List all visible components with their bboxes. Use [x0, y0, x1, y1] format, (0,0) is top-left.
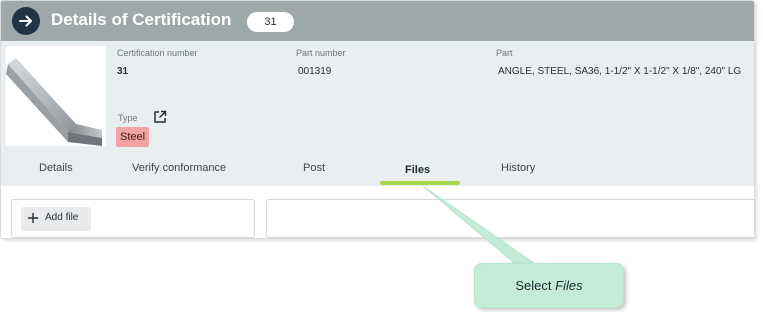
callout-emphasis: Files: [555, 278, 583, 293]
instruction-callout: Select Files: [474, 263, 624, 308]
callout-pointer: [422, 185, 540, 267]
callout-prefix: Select: [515, 278, 556, 293]
